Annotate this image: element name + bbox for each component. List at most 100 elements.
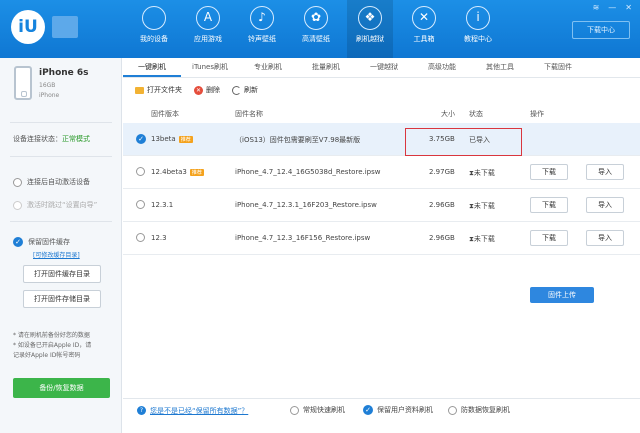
window-controls: ≋ — ✕ [593,3,632,12]
radio-icon[interactable] [448,405,457,415]
row-size: 2.96GB [429,201,455,209]
check-icon[interactable]: ✓ [13,237,23,247]
tab[interactable]: 其他工具 [471,58,529,77]
nav-item[interactable]: 我的设备 [131,0,177,58]
info-icon: i [466,6,490,30]
radio-icon[interactable] [13,200,22,210]
nav-item[interactable]: ✿ 高清壁纸 [293,0,339,58]
header-name: 固件名称 [235,110,263,118]
toolbar: 打开文件夹 ✕ 删除 刷新 [135,85,258,95]
version-text: 12.3 [151,234,167,242]
delete-label: 删除 [206,86,220,94]
nav-label: 应用游戏 [194,35,222,43]
skip-setup-option[interactable]: 激活时跳过“设置向导” [13,200,97,210]
nav-item[interactable]: ♪ 铃声壁纸 [239,0,285,58]
tab[interactable]: 高级功能 [413,58,471,77]
import-button[interactable]: 导入 [586,197,624,213]
bottom-bar: ? 您是不是已经“保留所有数据”？ 常规快速刷机 ✓ 保留用户资料刷机 防数据恢… [123,398,640,422]
row-status: ⧗未下载 [469,234,495,244]
auto-activate-option[interactable]: 连接后自动激活设备 [13,177,90,187]
nav-label: 我的设备 [140,35,168,43]
change-cache-dir-link[interactable]: [可修改缓存目录] [33,250,80,259]
row-name: （iOS13）固件包需要刷至V7.98最新版 [235,136,361,144]
minimize-icon[interactable]: — [608,3,616,12]
refresh-button[interactable]: 刷新 [232,85,258,95]
keep-data-flash-option[interactable]: ✓ 保留用户资料刷机 [363,405,433,415]
radio-icon[interactable] [136,233,145,242]
header-version: 固件版本 [151,110,179,118]
open-cache-dir-button[interactable]: 打开固件缓存目录 [23,265,101,283]
recommend-badge: 推荐 [178,136,193,143]
phone-icon [14,66,32,100]
check-icon[interactable]: ✓ [136,134,146,144]
wallpaper-icon: ✿ [304,6,328,30]
radio-icon[interactable] [136,167,145,176]
version-text: 12.3.1 [151,201,174,209]
option-label: 保留固件缓存 [28,238,70,246]
radio-icon[interactable] [290,405,299,415]
status-label: 设备连接状态： [13,135,62,143]
anti-recovery-flash-option[interactable]: 防数据恢复刷机 [448,405,510,415]
tab[interactable]: iTunes刷机 [181,58,239,77]
tab[interactable]: 一键越狱 [355,58,413,77]
download-button[interactable]: 下载 [530,230,568,246]
recommend-badge: 推荐 [189,169,204,176]
help-icon: ? [137,406,146,415]
open-folder-button[interactable]: 打开文件夹 [135,85,182,95]
tab[interactable]: 下载固件 [529,58,587,77]
main-nav: 我的设备 A 应用游戏 ♪ 铃声壁纸 ✿ 高清壁纸 ❖ 刷机越狱 ✕ 工具箱 i 教程中心 [131,0,509,58]
delete-button[interactable]: ✕ 删除 [194,85,220,95]
option-label: 常规快速刷机 [303,406,345,414]
close-icon[interactable]: ✕ [625,3,632,12]
nav-item[interactable]: i 教程中心 [455,0,501,58]
row-version: 13beta 推荐 [151,135,193,143]
option-label: 激活时跳过“设置向导” [27,201,98,209]
firmware-upload-button[interactable]: 固件上传 [530,287,594,303]
dropbox-icon: ❖ [358,6,382,30]
refresh-icon [232,85,241,95]
nav-item[interactable]: ❖ 刷机越狱 [347,0,393,58]
nav-label: 刷机越狱 [356,35,384,43]
quick-flash-option[interactable]: 常规快速刷机 [290,405,345,415]
help-link[interactable]: 您是不是已经“保留所有数据”？ [150,406,248,416]
header-status: 状态 [469,110,483,118]
wifi-icon[interactable]: ≋ [593,3,600,12]
open-folder-label: 打开文件夹 [147,86,182,94]
table-row[interactable]: 12.3.1 iPhone_4.7_12.3.1_16F203_Restore.i… [123,189,640,222]
import-button[interactable]: 导入 [586,164,624,180]
option-label: 连接后自动激活设备 [27,178,90,186]
table-row[interactable]: ✓ 13beta 推荐 （iOS13）固件包需要刷至V7.98最新版 3.75GB 已导入 [123,123,640,156]
nav-item[interactable]: A 应用游戏 [185,0,231,58]
check-icon[interactable]: ✓ [363,405,373,415]
delete-icon: ✕ [194,85,203,95]
device-name: iPhone 6s [39,68,89,78]
option-label: 保留用户资料刷机 [377,406,433,414]
row-size: 2.96GB [429,234,455,242]
keep-cache-option[interactable]: ✓ 保留固件缓存 [13,237,70,247]
open-store-dir-button[interactable]: 打开固件存储目录 [23,290,101,308]
table-row[interactable]: 12.4beta3 推荐 iPhone_4.7_12.4_16G5038d_Rest… [123,156,640,189]
row-name: iPhone_4.7_12.3_16F156_Restore.ipsw [235,234,371,242]
highlight-box [405,128,522,156]
tab[interactable]: 专业刷机 [239,58,297,77]
divider [10,122,112,123]
download-button[interactable]: 下载 [530,197,568,213]
divider [10,221,112,222]
download-button[interactable]: 下载 [530,164,568,180]
tab-bar: 一键刷机 iTunes刷机 专业刷机 批量刷机 一键越狱 高级功能 其他工具 下载固件 [123,58,640,78]
sidebar: iPhone 6s 16GB iPhone 设备连接状态：正常模式 连接后自动激… [0,58,122,433]
import-button[interactable]: 导入 [586,230,624,246]
table-row[interactable]: 12.3 iPhone_4.7_12.3_16F156_Restore.ipsw 2… [123,222,640,255]
header-action: 操作 [530,110,544,118]
version-text: 13beta [151,135,176,143]
nav-item[interactable]: ✕ 工具箱 [401,0,447,58]
tab[interactable]: 一键刷机 [123,58,181,77]
radio-icon[interactable] [13,177,22,187]
download-center-button[interactable]: 下载中心 [572,21,630,39]
device-capacity: 16GB [39,82,56,89]
tab[interactable]: 批量刷机 [297,58,355,77]
backup-restore-button[interactable]: 备份/恢复数据 [13,378,110,398]
row-version: 12.3 [151,234,167,242]
notice-line: 记录好Apple ID帐号密码 [13,352,81,359]
radio-icon[interactable] [136,200,145,209]
